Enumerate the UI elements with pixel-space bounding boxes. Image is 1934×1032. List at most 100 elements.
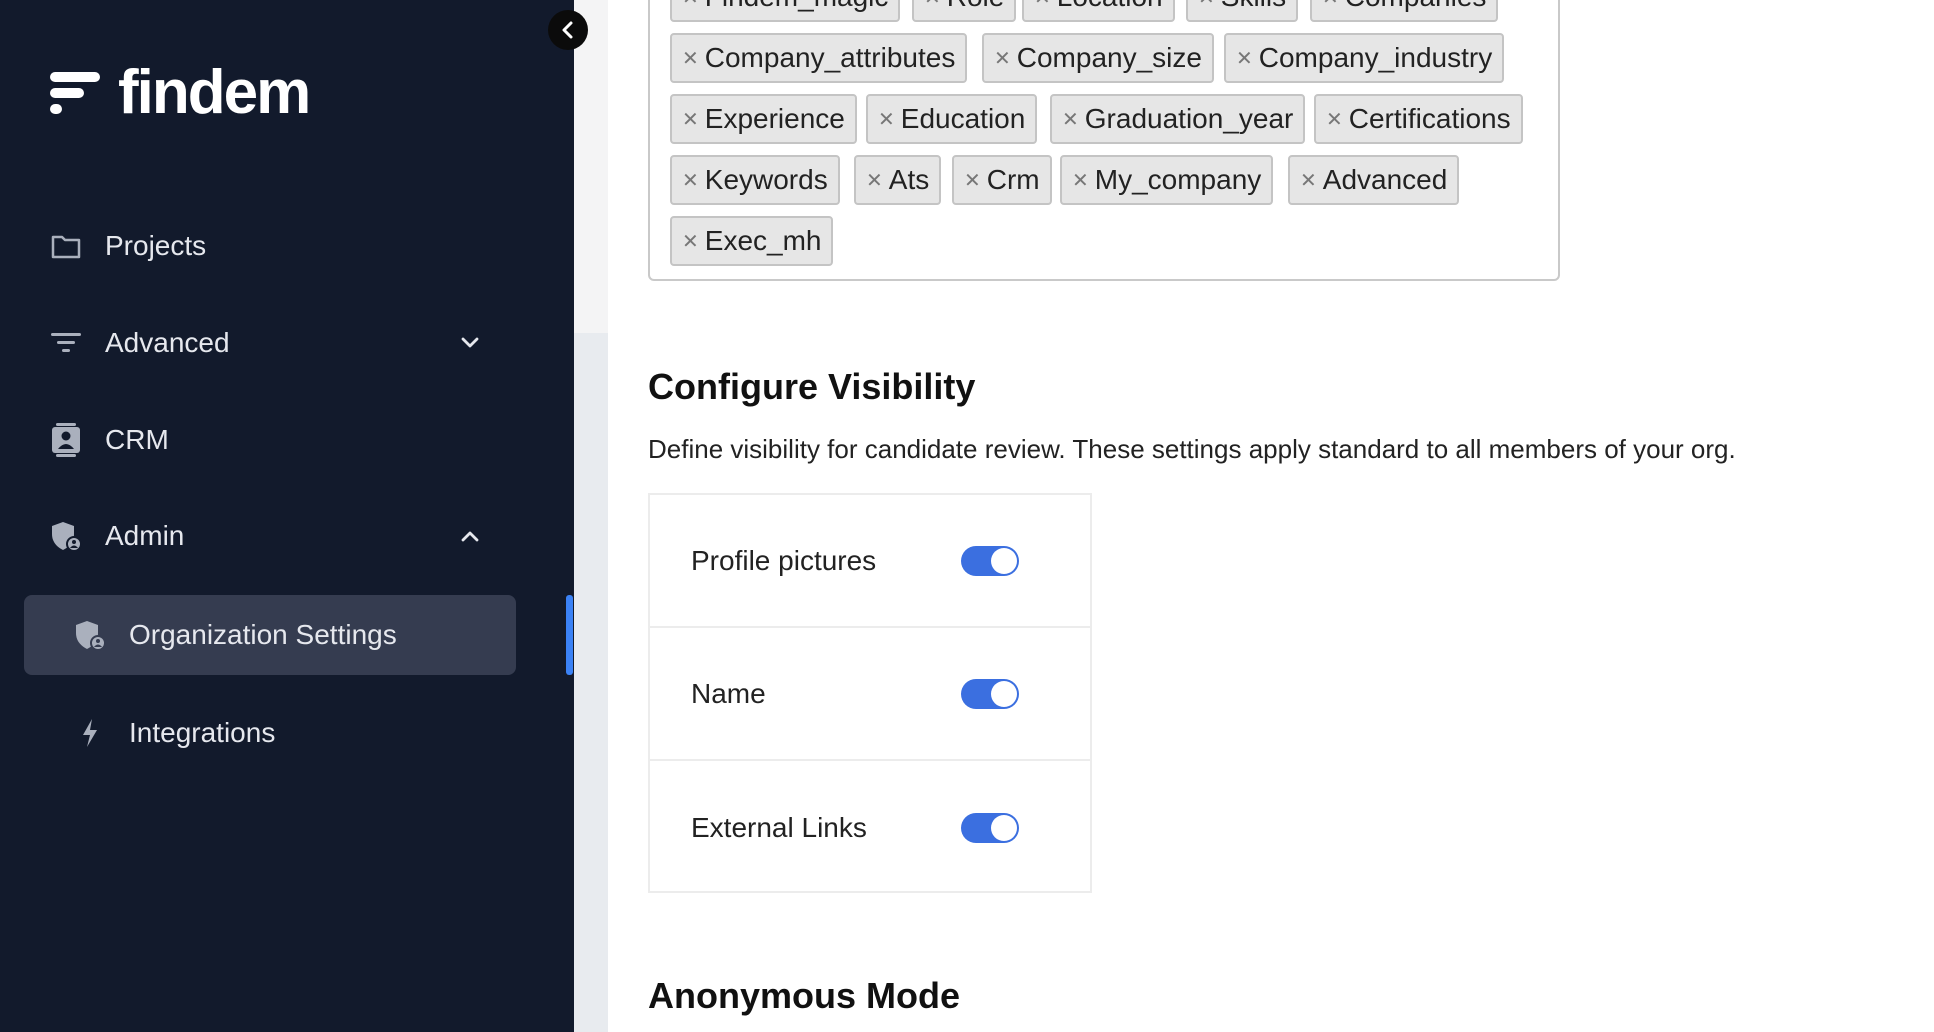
configure-visibility-description: Define visibility for candidate review. … <box>648 434 1736 464</box>
visibility-row-label: Profile pictures <box>691 544 877 576</box>
toggle-knob <box>991 547 1017 574</box>
tag-label: Crm <box>986 164 1040 195</box>
tag-chip[interactable]: ✕ Ats <box>854 155 942 205</box>
sidebar-item-label: Projects <box>105 230 207 261</box>
configure-visibility-title: Configure Visibility <box>648 366 976 407</box>
tag-label: Ats <box>888 164 930 195</box>
logo-text: findem <box>118 58 311 127</box>
sidebar-item-integrations[interactable]: Integrations <box>24 693 516 773</box>
tag-label: Experience <box>704 103 845 134</box>
folder-icon <box>50 230 82 262</box>
tag-label: Company_industry <box>1258 42 1493 73</box>
remove-tag-icon[interactable]: ✕ <box>1300 168 1317 193</box>
findem-logo-mark-icon <box>50 66 104 120</box>
sidebar-item-label: Integrations <box>129 717 276 748</box>
sidebar: findem Projects Advanced CRM Admin Organ… <box>0 0 574 1032</box>
sidebar-item-projects[interactable]: Projects <box>0 216 574 276</box>
tag-label: Education <box>900 103 1026 134</box>
tag-label: Findem_magic <box>705 0 889 13</box>
visibility-row-label: External Links <box>691 811 867 843</box>
tag-chip[interactable]: ✕ Certifications <box>1314 94 1523 144</box>
sidebar-item-crm[interactable]: CRM <box>0 410 574 470</box>
tag-label: Skills <box>1221 0 1286 13</box>
remove-tag-icon[interactable]: ✕ <box>1034 0 1051 10</box>
tag-label: Companies <box>1345 0 1487 13</box>
remove-tag-icon[interactable]: ✕ <box>682 107 699 132</box>
visibility-row-profile-pictures: Profile pictures <box>650 495 1090 628</box>
tag-chip[interactable]: ✕ Education <box>866 94 1038 144</box>
contact-card-icon <box>50 423 82 457</box>
findem-logo[interactable]: findem <box>50 58 311 127</box>
sidebar-item-label: Advanced <box>105 327 230 358</box>
collapse-sidebar-button[interactable] <box>548 10 588 50</box>
remove-tag-icon[interactable]: ✕ <box>1072 168 1089 193</box>
visibility-settings-table: Profile pictures Name External Links <box>648 493 1092 893</box>
content-gutter-lower <box>574 333 608 1032</box>
toggle-knob <box>991 680 1017 707</box>
remove-tag-icon[interactable]: ✕ <box>682 168 699 193</box>
tag-chip[interactable]: ✕ Experience <box>670 94 857 144</box>
remove-tag-icon[interactable]: ✕ <box>964 168 981 193</box>
tag-chip[interactable]: ✕ Exec_mh <box>670 216 834 266</box>
tag-chip[interactable]: ✕ Company_size <box>982 33 1214 83</box>
profile-pictures-toggle[interactable] <box>961 545 1019 576</box>
remove-tag-icon[interactable]: ✕ <box>1062 107 1079 132</box>
tag-chip[interactable]: ✕ Graduation_year <box>1050 94 1306 144</box>
tag-chip[interactable]: ✕ Crm <box>952 155 1052 205</box>
tag-label: Company_attributes <box>704 42 956 73</box>
sidebar-scroll-indicator[interactable] <box>566 595 573 675</box>
remove-tag-icon[interactable]: ✕ <box>866 168 883 193</box>
tag-chip[interactable]: ✕ Companies <box>1310 0 1499 22</box>
sidebar-item-label: Admin <box>105 520 185 551</box>
tag-label: Location <box>1057 0 1163 13</box>
remove-tag-icon[interactable]: ✕ <box>1236 46 1253 71</box>
remove-tag-icon[interactable]: ✕ <box>878 107 895 132</box>
remove-tag-icon[interactable]: ✕ <box>682 0 699 10</box>
tag-label: Role <box>947 0 1005 13</box>
sidebar-item-organization-settings[interactable]: Organization Settings <box>24 595 516 675</box>
tag-chip[interactable]: ✕ My_company <box>1060 155 1274 205</box>
remove-tag-icon[interactable]: ✕ <box>1322 0 1339 10</box>
remove-tag-icon[interactable]: ✕ <box>682 229 699 254</box>
tag-chip[interactable]: ✕ Findem_magic <box>670 0 901 22</box>
remove-tag-icon[interactable]: ✕ <box>994 46 1011 71</box>
remove-tag-icon[interactable]: ✕ <box>924 0 941 10</box>
name-toggle[interactable] <box>961 678 1019 709</box>
tag-label: My_company <box>1094 164 1262 195</box>
toggle-knob <box>991 814 1017 841</box>
main-content: ✕Findem_magic ✕Role ✕Location ✕Skills ✕C… <box>608 0 1934 1032</box>
sidebar-item-label: Organization Settings <box>129 619 397 650</box>
sidebar-item-label: CRM <box>105 424 169 455</box>
visibility-row-name: Name <box>650 628 1090 761</box>
tag-label: Company_size <box>1016 42 1202 73</box>
bolt-icon <box>74 717 106 749</box>
tag-label: Keywords <box>704 164 828 195</box>
tag-chip[interactable]: ✕ Advanced <box>1288 155 1460 205</box>
tag-selector[interactable]: ✕Findem_magic ✕Role ✕Location ✕Skills ✕C… <box>648 0 1560 281</box>
anonymous-mode-title: Anonymous Mode <box>648 975 960 1016</box>
tag-chip[interactable]: ✕ Location <box>1022 0 1175 22</box>
chevron-left-icon <box>562 21 573 39</box>
tag-chip[interactable]: ✕ Keywords <box>670 155 840 205</box>
remove-tag-icon[interactable]: ✕ <box>682 46 699 71</box>
tag-chip[interactable]: ✕ Skills <box>1186 0 1299 22</box>
tag-label: Exec_mh <box>704 225 822 256</box>
visibility-row-external-links: External Links <box>650 761 1090 894</box>
sidebar-item-advanced[interactable]: Advanced <box>0 313 574 373</box>
external-links-toggle[interactable] <box>961 812 1019 843</box>
tag-label: Graduation_year <box>1084 103 1294 134</box>
shield-user-icon <box>74 619 106 651</box>
filter-icon <box>50 327 82 359</box>
remove-tag-icon[interactable]: ✕ <box>1198 0 1215 10</box>
shield-user-icon <box>50 520 82 552</box>
tag-chip[interactable]: ✕ Role <box>912 0 1017 22</box>
sidebar-item-admin[interactable]: Admin <box>0 506 574 566</box>
tag-label: Advanced <box>1322 164 1448 195</box>
tag-label: Certifications <box>1348 103 1511 134</box>
chevron-down-icon[interactable] <box>458 331 482 355</box>
chevron-up-icon[interactable] <box>458 524 482 548</box>
remove-tag-icon[interactable]: ✕ <box>1326 107 1343 132</box>
visibility-row-label: Name <box>691 677 766 709</box>
tag-chip[interactable]: ✕ Company_industry <box>1224 33 1505 83</box>
tag-chip[interactable]: ✕ Company_attributes <box>670 33 968 83</box>
